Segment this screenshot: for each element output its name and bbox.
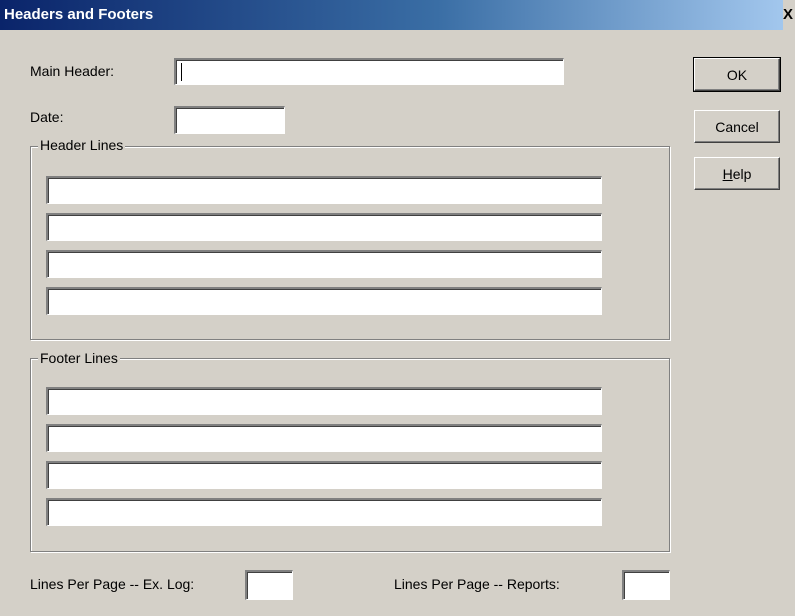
help-button[interactable]: Help: [694, 157, 780, 190]
footer-lines-legend: Footer Lines: [38, 350, 120, 366]
dialog-title: Headers and Footers: [4, 6, 154, 23]
footer-line-3-input[interactable]: [46, 461, 602, 489]
cancel-button[interactable]: Cancel: [694, 110, 780, 143]
date-input[interactable]: [174, 106, 285, 134]
footer-line-4-input[interactable]: [46, 498, 602, 526]
header-lines-legend: Header Lines: [38, 137, 126, 153]
main-header-label: Main Header:: [30, 63, 115, 79]
lines-per-page-reports-label: Lines Per Page -- Reports:: [394, 576, 560, 592]
footer-line-1-input[interactable]: [46, 387, 602, 415]
main-header-input[interactable]: [174, 58, 564, 85]
date-label: Date:: [30, 109, 64, 125]
footer-line-2-input[interactable]: [46, 424, 602, 452]
lines-per-page-exlog-input[interactable]: [245, 570, 293, 600]
header-line-3-input[interactable]: [46, 250, 602, 278]
title-bar: Headers and Footers X: [0, 0, 795, 30]
close-icon[interactable]: X: [783, 0, 795, 30]
lines-per-page-exlog-label: Lines Per Page -- Ex. Log:: [30, 576, 195, 592]
ok-button[interactable]: OK: [693, 57, 781, 92]
header-line-1-input[interactable]: [46, 176, 602, 204]
lines-per-page-reports-input[interactable]: [622, 570, 670, 600]
text-caret: [181, 63, 182, 81]
header-line-4-input[interactable]: [46, 287, 602, 315]
header-line-2-input[interactable]: [46, 213, 602, 241]
help-mnemonic: H: [722, 165, 733, 182]
help-label-rest: elp: [732, 165, 752, 182]
